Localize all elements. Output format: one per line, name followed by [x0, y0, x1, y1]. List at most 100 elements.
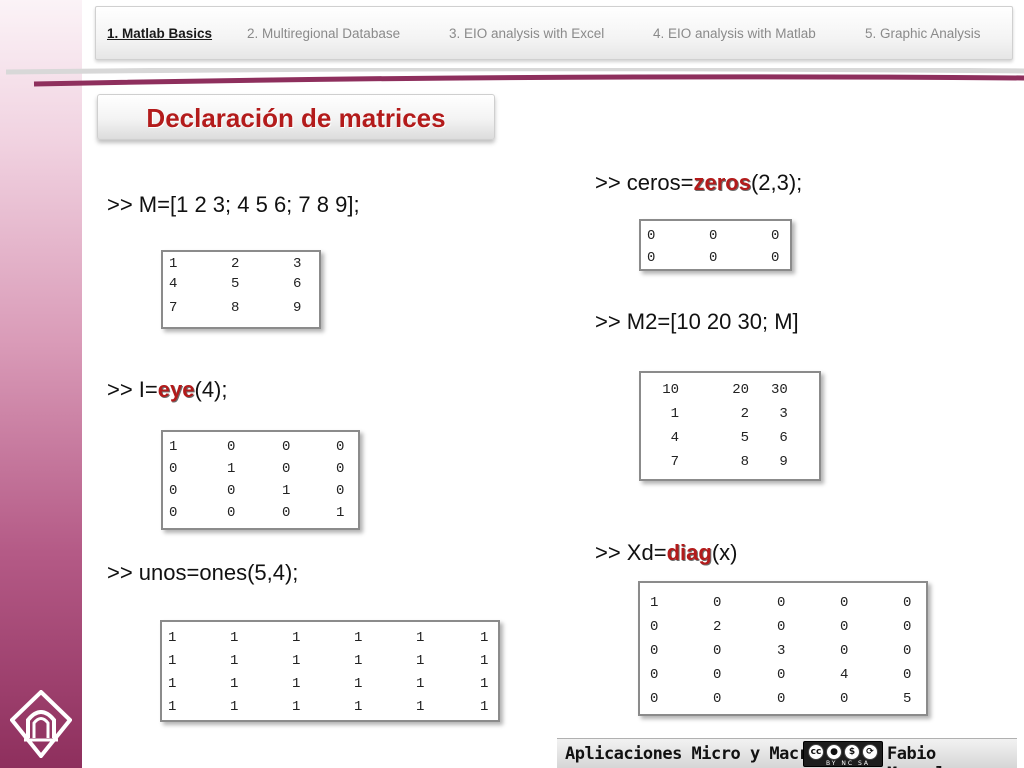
footer-course-title: Aplicaciones Micro y Macro [565, 744, 819, 764]
matrix-cell: 1 [336, 505, 345, 521]
matrix-cell: 1 [169, 256, 178, 272]
matrix-cell: 1 [416, 698, 425, 715]
matrix-cell: 1 [416, 629, 425, 646]
matrix-cell: 0 [840, 691, 849, 707]
matrix-cell: 0 [777, 667, 786, 683]
matrix-cell: 0 [336, 461, 345, 477]
command-suffix: (2,3); [750, 170, 803, 195]
matrix-cell: 7 [670, 454, 679, 470]
matrix-cell: 5 [231, 276, 240, 292]
matrix-cell: 1 [230, 675, 239, 692]
nav-tab-multiregional-database[interactable]: 2. Multiregional Database [247, 26, 400, 41]
matrix-cell: 0 [777, 595, 786, 611]
nav-tab-eio-excel[interactable]: 3. EIO analysis with Excel [449, 26, 604, 41]
matrix-cell: 4 [169, 276, 178, 292]
matrix-row: 0 0 0 [647, 247, 779, 269]
side-band [0, 0, 82, 768]
command-prefix: >> Xd= [595, 540, 667, 565]
matrix-cell: 0 [713, 691, 722, 707]
matrix-cell: 0 [650, 619, 659, 635]
matrix-row: 1 0 0 0 [169, 436, 344, 458]
matrix-table: 0 0 0 0 0 0 [647, 225, 779, 269]
matrix-cell: 0 [709, 250, 718, 266]
matrix-cell: 2 [713, 619, 722, 635]
command-suffix: (4); [194, 377, 228, 402]
matrix-cell: 0 [650, 643, 659, 659]
cc-icon: cc [808, 744, 824, 760]
matrix-cell: 0 [771, 228, 780, 244]
matrix-cell: 0 [777, 619, 786, 635]
by-icon: ● [826, 744, 842, 760]
command-diag: >> Xd=diag(x) [595, 540, 737, 566]
page-title: Declaración de matrices [146, 103, 446, 133]
matrix-cell: 0 [169, 505, 178, 521]
matrix-cell: 1 [480, 652, 489, 669]
command-text: >> M=[1 2 3; 4 5 6; 7 8 9]; [107, 192, 360, 217]
matrix-row: 1 2 3 [169, 256, 301, 272]
matrix-cell: 8 [231, 300, 240, 316]
nav-tab-graphic-analysis[interactable]: 5. Graphic Analysis [865, 26, 981, 41]
matrix-cell: 0 [709, 228, 718, 244]
matrix-cell: 1 [292, 675, 301, 692]
matrix-cell: 9 [779, 454, 788, 470]
matrix-cell: 1 [168, 652, 177, 669]
command-text: >> unos=ones(5,4); [107, 560, 299, 585]
matrix-row: 0 1 0 0 [169, 458, 344, 480]
matrix-output-m2: 10 20 30 1 2 3 4 5 6 7 8 9 [639, 371, 821, 481]
footer-author: Fabio Monsalve [887, 744, 965, 768]
matrix-cell: 0 [840, 643, 849, 659]
matrix-row: 4 5 6 [647, 426, 798, 450]
matrix-row: 1 0 0 0 0 [650, 591, 911, 615]
matrix-cell: 3 [293, 256, 302, 272]
matrix-row: 0 0 0 [647, 225, 779, 247]
matrix-cell: 0 [771, 250, 780, 266]
matrix-row: 1 1 1 1 1 1 [168, 672, 488, 695]
nav-tab-eio-matlab[interactable]: 4. EIO analysis with Matlab [653, 26, 816, 41]
matrix-cell: 6 [779, 430, 788, 446]
matrix-cell: 1 [230, 652, 239, 669]
matrix-cell: 4 [840, 667, 849, 683]
matrix-output-ones: 1 1 1 1 1 1 1 1 1 1 1 1 1 1 1 1 1 1 1 1 1 1 1 1 [160, 620, 500, 722]
matrix-cell: 1 [354, 698, 363, 715]
matrix-cell: 1 [168, 675, 177, 692]
matrix-table: 10 20 30 1 2 3 4 5 6 7 8 9 [647, 378, 798, 474]
matrix-cell: 10 [662, 382, 679, 398]
matrix-cell: 5 [740, 430, 749, 446]
matrix-cell: 5 [903, 691, 912, 707]
title-box: Declaración de matrices [97, 94, 495, 140]
matrix-cell: 0 [713, 643, 722, 659]
matrix-cell: 0 [647, 250, 656, 266]
matrix-output-zeros: 0 0 0 0 0 0 [639, 219, 792, 271]
matrix-cell: 1 [416, 652, 425, 669]
matrix-cell: 0 [227, 505, 236, 521]
matrix-cell: 20 [732, 382, 749, 398]
command-eye: >> I=eye(4); [107, 377, 228, 403]
matrix-row: 4 5 6 [169, 272, 301, 296]
matrix-row: 0 0 0 4 0 [650, 663, 911, 687]
matrix-cell: 1 [292, 652, 301, 669]
matrix-cell: 1 [227, 461, 236, 477]
matrix-cell: 3 [779, 406, 788, 422]
matrix-cell: 1 [354, 675, 363, 692]
matrix-row: 0 0 0 1 [169, 502, 344, 524]
matrix-cell: 30 [771, 382, 788, 398]
matrix-output-eye: 1 0 0 0 0 1 0 0 0 0 1 0 0 0 0 1 [161, 430, 360, 530]
nav-tab-matlab-basics[interactable]: 1. Matlab Basics [107, 26, 212, 41]
matrix-cell: 1 [480, 698, 489, 715]
command-suffix: (x) [711, 540, 738, 565]
matrix-cell: 1 [650, 595, 659, 611]
command-text: >> M2=[10 20 30; M] [595, 309, 799, 334]
matrix-cell: 0 [282, 439, 291, 455]
matrix-cell: 1 [230, 698, 239, 715]
matrix-cell: 7 [169, 300, 178, 316]
matrix-cell: 0 [903, 619, 912, 635]
matrix-cell: 0 [903, 595, 912, 611]
matrix-table: 1 0 0 0 0 1 0 0 0 0 1 0 0 0 0 1 [169, 436, 344, 524]
matrix-cell: 1 [670, 406, 679, 422]
matrix-cell: 2 [740, 406, 749, 422]
sa-icon: ⟳ [862, 744, 878, 760]
cc-license-labels: BY NC SA [826, 760, 870, 767]
matrix-row: 1 1 1 1 1 1 [168, 626, 488, 649]
matrix-cell: 0 [282, 461, 291, 477]
matrix-row: 7 8 9 [169, 296, 301, 320]
